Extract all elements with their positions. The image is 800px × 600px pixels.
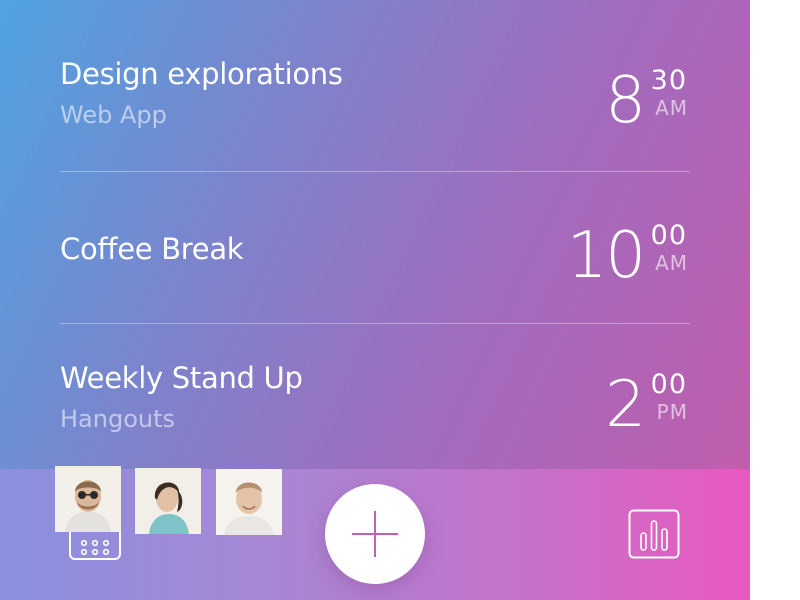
event-subtitle: Hangouts — [60, 405, 176, 433]
event-hour: 10 — [566, 219, 646, 293]
event-item[interactable]: Weekly Stand Up Hangouts 2 00 PM — [60, 359, 690, 439]
event-minute: 00 — [650, 220, 687, 251]
calendar-icon[interactable] — [68, 516, 122, 561]
event-period: PM — [656, 400, 688, 424]
event-period: AM — [655, 251, 688, 275]
man-with-sunglasses-avatar[interactable] — [55, 466, 121, 532]
event-time: 8 30 AM — [520, 63, 690, 138]
event-hour: 8 — [605, 64, 646, 138]
smiling-man-avatar[interactable] — [216, 469, 282, 535]
event-item[interactable]: Coffee Break 10 00 AM — [60, 210, 690, 290]
divider — [60, 323, 690, 324]
schedule-app: Design explorations Web App 8 30 AM Coff… — [0, 0, 750, 600]
bar-chart-icon[interactable] — [628, 509, 680, 559]
event-minute: 30 — [650, 65, 687, 96]
event-time: 2 00 PM — [520, 367, 690, 442]
event-hour: 2 — [605, 368, 646, 442]
event-title: Design explorations — [60, 57, 343, 91]
event-title: Weekly Stand Up — [60, 361, 303, 395]
divider — [60, 171, 690, 172]
add-button[interactable] — [325, 484, 425, 584]
event-time: 10 00 AM — [520, 218, 690, 293]
event-title: Coffee Break — [60, 232, 244, 266]
event-minute: 00 — [650, 369, 687, 400]
woman-avatar[interactable] — [135, 468, 201, 534]
event-item[interactable]: Design explorations Web App 8 30 AM — [60, 55, 690, 135]
event-subtitle: Web App — [60, 101, 167, 129]
event-period: AM — [655, 96, 688, 120]
plus-icon — [352, 511, 398, 557]
